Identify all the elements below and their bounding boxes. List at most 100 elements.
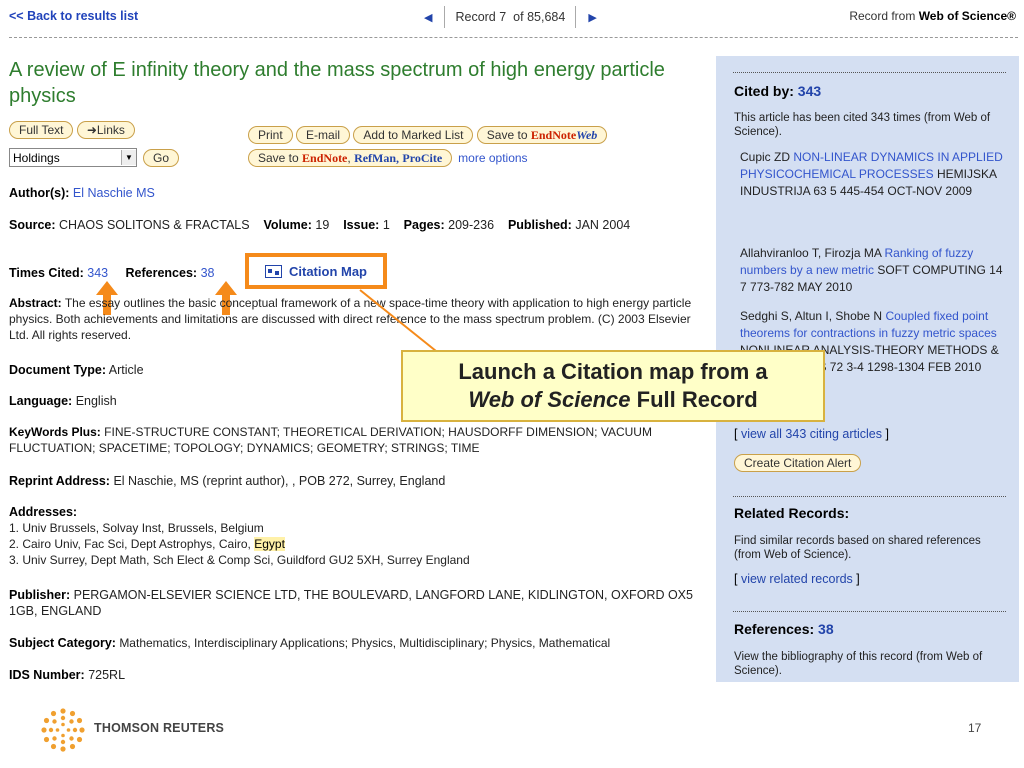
cited-by-description: This article has been cited 343 times (f… [734,112,991,138]
go-button[interactable]: Go [143,148,180,167]
divider [9,37,1018,38]
authors-field: Author(s): El Naschie MS [9,185,694,201]
refman-label: RefMan, [354,151,400,165]
view-related-row: [ view related records ] [734,572,860,586]
abstract-label: Abstract: [9,296,62,310]
citation-map-icon [265,264,282,278]
citing-authors: Sedghi S, Altun I, Shobe N [740,309,883,323]
volume-value: 19 [315,218,330,232]
record-source: Record from Web of Science® [849,9,1016,23]
record-pager: ◀ Record 7 of 85,684 ▶ [416,6,605,28]
publisher-value: PERGAMON-ELSEVIER SCIENCE LTD, THE BOULE… [9,588,693,618]
record-navigation-bar: << Back to results list ◀ Record 7 of 85… [0,0,1024,38]
endnote-label: EndNote [530,128,577,142]
reprint-address-value: El Naschie, MS (reprint author), , POB 2… [113,474,446,488]
references-link[interactable]: 38 [201,266,215,280]
source-prefix: Record from [849,9,916,23]
save-to-label: Save to [486,128,528,142]
record-total: 85,684 [527,10,566,24]
callout-text: Full Record [636,387,758,412]
full-text-button[interactable]: Full Text [9,121,74,139]
addresses-label: Addresses: [9,505,78,519]
document-type-label: Document Type: [9,363,106,377]
citing-authors: Allahviranloo T, Firozja MA [740,246,882,260]
annotation-callout: Launch a Citation map from a Web of Scie… [401,350,825,422]
callout-line: Launch a Citation map from a [458,359,768,384]
volume-label: Volume: [263,218,312,232]
address-line: 2. Cairo Univ, Fac Sci, Dept Astrophys, … [9,537,251,551]
view-related-records-link[interactable]: view related records [741,572,853,586]
arrow-icon: ➜ [86,123,97,137]
cited-by-heading: Cited by: 343 [734,83,821,99]
references-count[interactable]: 38 [818,621,834,637]
email-button[interactable]: E-mail [296,126,351,144]
page-number: 17 [968,721,982,735]
save-to-endnote-web-button[interactable]: Save to EndNoteWeb [476,126,608,144]
back-to-results-link[interactable]: << Back to results list [9,9,138,23]
document-type-value: Article [108,363,144,377]
times-cited-link[interactable]: 343 [87,266,108,280]
cited-by-count[interactable]: 343 [798,83,821,99]
keywords-plus-value: FINE-STRUCTURE CONSTANT; THEORETICAL DER… [9,425,652,455]
citing-article: Cupic ZD NON-LINEAR DYNAMICS IN APPLIED … [740,149,1010,200]
view-all-citing-link[interactable]: view all 343 citing articles [741,427,882,441]
save-to-label: Save to [258,151,299,165]
divider [733,72,1006,73]
more-options-link[interactable]: more options [458,151,527,165]
language-label: Language: [9,394,73,408]
save-options-row: Save to EndNote, RefMan, ProCite more op… [248,149,528,167]
subject-category-field: Subject Category: Mathematics, Interdisc… [9,635,694,651]
address-line: 3. Univ Surrey, Dept Math, Sch Elect & C… [9,553,470,567]
reprint-address-field: Reprint Address: El Naschie, MS (reprint… [9,473,694,489]
save-to-endnote-refman-procite-button[interactable]: Save to EndNote, RefMan, ProCite [248,149,453,167]
article-title: A review of E infinity theory and the ma… [9,59,665,107]
keywords-plus-label: KeyWords Plus: [9,425,101,439]
chevron-down-icon: ▼ [121,150,136,165]
procite-label: ProCite [402,151,443,165]
callout-italic-text: Web of Science [468,387,631,412]
abstract-field: Abstract: The essay outlines the basic c… [9,295,694,343]
author-link[interactable]: El Naschie MS [73,186,155,200]
issue-label: Issue: [343,218,380,232]
source-field: Source: CHAOS SOLITONS & FRACTALS Volume… [9,217,694,233]
citing-article: Allahviranloo T, Firozja MA Ranking of f… [740,245,1010,296]
references-description: View the bibliography of this record (fr… [734,651,983,677]
references-heading: References: 38 [734,621,834,637]
references-label: References: [734,621,815,637]
published-value: JAN 2004 [575,218,631,232]
citing-authors: Cupic ZD [740,150,791,164]
publisher-label: Publisher: [9,588,71,602]
print-button[interactable]: Print [248,126,293,144]
endnote-label: EndNote [302,151,348,165]
issue-value: 1 [382,218,390,232]
holdings-select[interactable]: Holdings ▼ [9,148,137,167]
cited-by-label: Cited by: [734,83,794,99]
divider [444,6,446,28]
add-to-marked-list-button[interactable]: Add to Marked List [353,126,474,144]
previous-record-arrow-icon[interactable]: ◀ [416,11,440,24]
ids-number-field: IDS Number: 725RL [9,667,694,683]
brand-name: THOMSON REUTERS [94,721,225,735]
times-cited-label: Times Cited: [9,266,84,280]
web-label: Web [576,128,598,142]
references-label: References: [125,266,198,280]
divider [575,6,577,28]
citation-map-label: Citation Map [289,263,367,279]
addresses-field: Addresses: 1. Univ Brussels, Solvay Inst… [9,504,694,568]
citation-map-button[interactable]: Citation Map [245,253,387,289]
source-label: Source: [9,218,56,232]
next-record-arrow-icon[interactable]: ▶ [580,11,604,24]
record-of-label: of [513,10,524,24]
record-number: 7 [499,10,507,24]
subject-category-value: Mathematics, Interdisciplinary Applicati… [119,636,611,650]
keywords-plus-field: KeyWords Plus: FINE-STRUCTURE CONSTANT; … [9,424,694,456]
create-citation-alert-button[interactable]: Create Citation Alert [734,454,862,472]
subject-category-label: Subject Category: [9,636,116,650]
pages-label: Pages: [403,218,445,232]
published-label: Published: [507,218,572,232]
related-records-description: Find similar records based on shared ref… [734,535,981,561]
thomson-reuters-logo-icon [41,708,85,752]
links-button[interactable]: ➜Links [76,121,135,139]
record-label: Record [455,10,496,24]
holdings-value: Holdings [13,150,60,165]
